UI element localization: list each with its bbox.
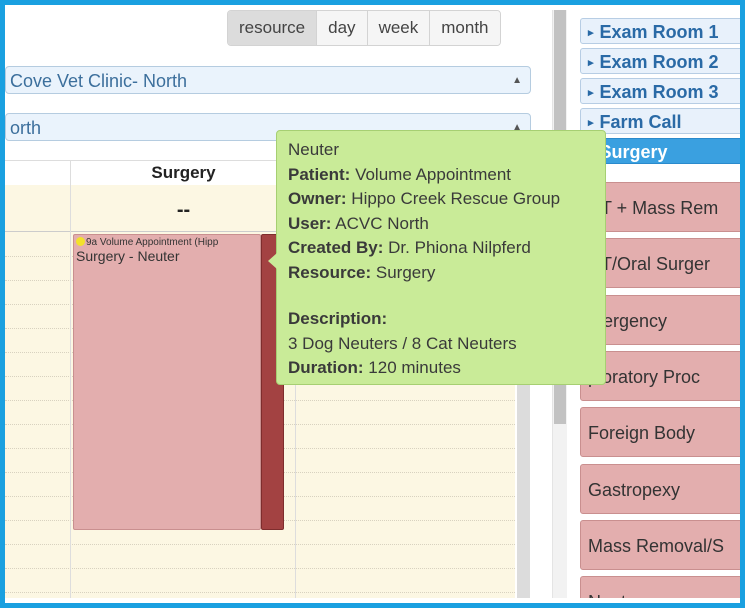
clinic-select-value: Cove Vet Clinic- North — [10, 71, 188, 91]
view-switcher: resource day week month — [227, 10, 501, 46]
view-day-button[interactable]: day — [316, 11, 367, 45]
tooltip-description: 3 Dog Neuters / 8 Cat Neuters — [288, 333, 517, 353]
tooltip-heading: Neuter — [288, 140, 340, 159]
tooltip-owner: Owner: Hippo Creek Rescue Group — [288, 189, 561, 208]
event-tooltip: Neuter Patient: Volume Appointment Owner… — [268, 130, 606, 385]
status-dot-icon — [76, 237, 85, 246]
procedure-item[interactable]: Mass Removal/S — [580, 520, 740, 570]
caret-right-icon: ▸ — [588, 57, 594, 69]
appointment-event[interactable]: 9a Volume Appointment (Hipp Surgery - Ne… — [73, 234, 261, 530]
view-month-button[interactable]: month — [429, 11, 500, 45]
location-select-value: orth — [10, 118, 42, 138]
room-exam-room-2[interactable]: ▸ Exam Room 2 — [580, 48, 740, 74]
clinic-select[interactable]: Cove Vet Clinic- North ▲︎ — [5, 66, 531, 94]
procedure-item[interactable]: Gastropexy — [580, 464, 740, 514]
tooltip-caret — [268, 253, 277, 269]
caret-right-icon: ▸ — [588, 27, 594, 39]
column-header-surgery: Surgery — [70, 161, 296, 185]
tooltip-resource: Resource: Surgery — [288, 262, 436, 282]
caret-right-icon: ▸ — [588, 117, 594, 129]
tooltip-description-label: Description: — [288, 309, 388, 328]
procedure-item[interactable]: Neuter — [580, 576, 740, 598]
room-exam-room-1[interactable]: ▸ Exam Room 1 — [580, 18, 740, 44]
tooltip-user: User: ACVC North — [288, 213, 429, 233]
tooltip-patient: Patient: Volume Appointment — [288, 164, 512, 184]
view-resource-button[interactable]: resource — [228, 11, 317, 45]
tooltip-duration: Duration: 120 minutes — [288, 358, 461, 377]
room-exam-room-3[interactable]: ▸ Exam Room 3 — [580, 78, 740, 104]
allday-placeholder: -- — [70, 185, 296, 231]
event-title: Surgery - Neuter — [76, 248, 180, 264]
view-week-button[interactable]: week — [366, 11, 430, 45]
tooltip-created-by: Created By: Dr. Phiona Nilpferd — [288, 238, 531, 257]
chevron-updown-icon: ▲︎ — [512, 75, 522, 86]
event-time: 9a Volume Appointment (Hipp — [74, 235, 260, 248]
procedure-item[interactable]: Foreign Body — [580, 407, 740, 457]
caret-right-icon: ▸ — [588, 87, 594, 99]
